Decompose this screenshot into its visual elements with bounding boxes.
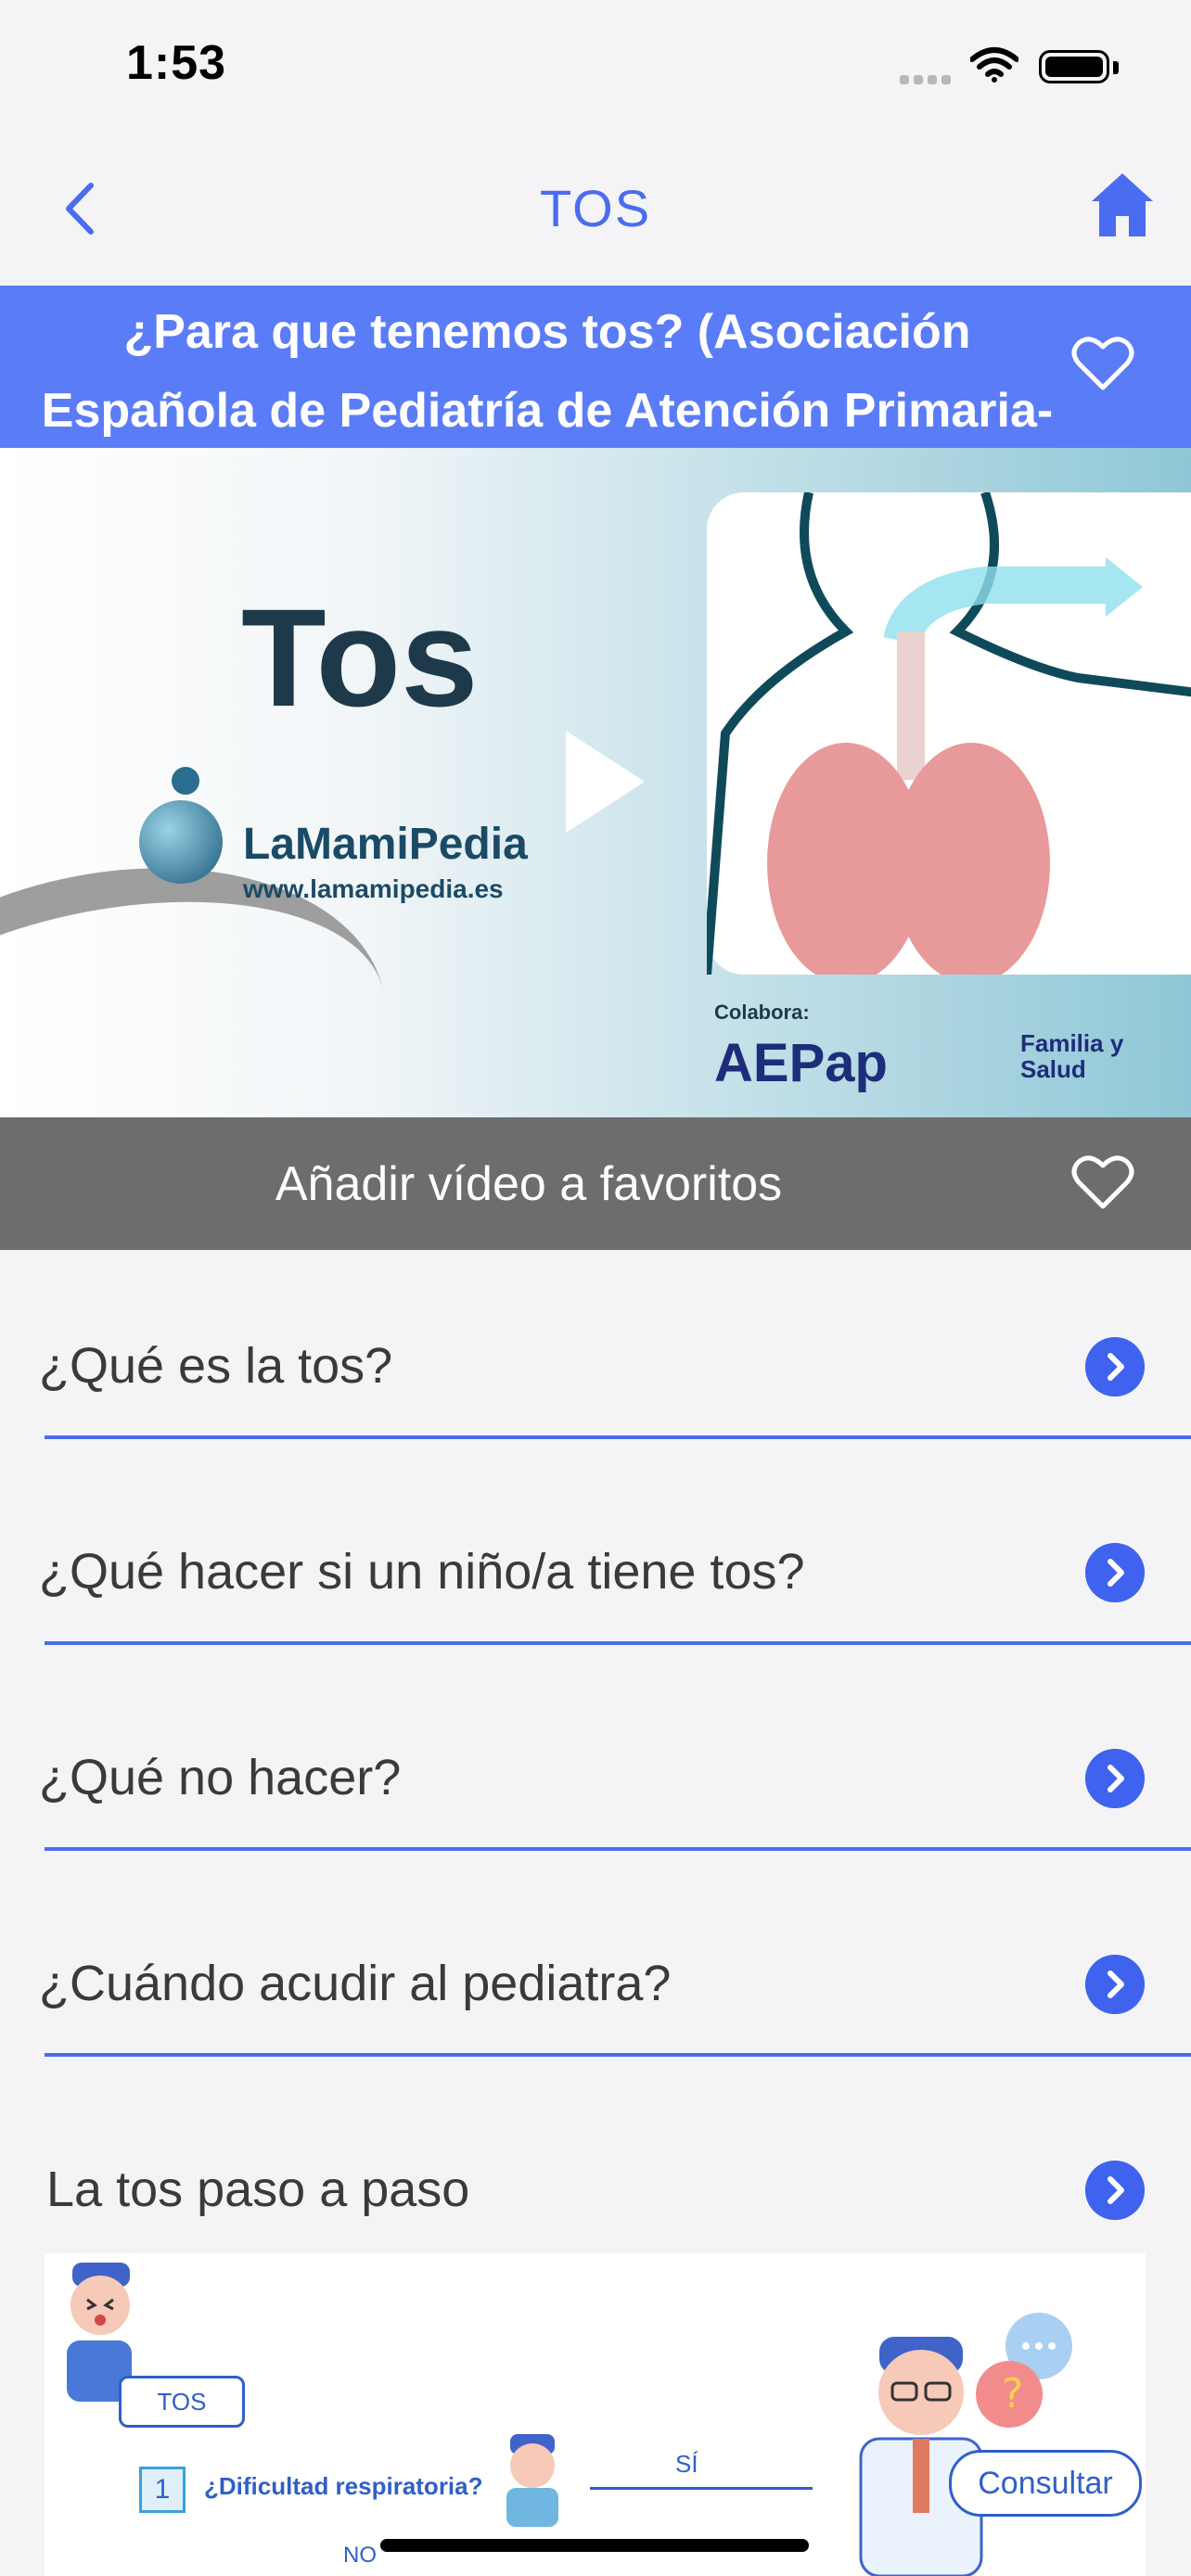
- yes-arrow: [590, 2487, 813, 2490]
- add-favorite-label[interactable]: Añadir vídeo a favoritos: [0, 1154, 1057, 1214]
- chevron-right-icon[interactable]: [1085, 2161, 1145, 2220]
- chevron-right-icon[interactable]: [1085, 1955, 1145, 2014]
- lungs-illustration: [702, 491, 1191, 984]
- list-item-label: ¿Qué no hacer?: [39, 1750, 402, 1805]
- heart-icon[interactable]: [1071, 1154, 1134, 1212]
- wifi-icon: [970, 47, 1018, 83]
- collaborator-label: Colabora:: [714, 1001, 810, 1024]
- brand-name: LaMamiPedia: [243, 820, 528, 869]
- page-title: TOS: [539, 179, 652, 237]
- home-icon[interactable]: [1090, 170, 1155, 240]
- consult-label: Consultar: [949, 2450, 1142, 2517]
- divider: [45, 1847, 1191, 1851]
- list-item-label: ¿Cuándo acudir al pediatra?: [39, 1956, 672, 2011]
- divider: [45, 1641, 1191, 1645]
- battery-icon: [1039, 50, 1109, 83]
- chevron-right-icon[interactable]: [1085, 1749, 1145, 1808]
- yes-label: SÍ: [675, 2450, 698, 2478]
- brand-logo-icon: [139, 800, 223, 884]
- tos-label: TOS: [119, 2376, 245, 2428]
- brand-logo-dot: [172, 767, 199, 795]
- aepap-logo: AEPap: [714, 1033, 888, 1093]
- list-item-label: ¿Qué es la tos?: [39, 1338, 393, 1394]
- chevron-right-icon[interactable]: [1085, 1337, 1145, 1396]
- step-number: 1: [139, 2467, 186, 2513]
- familia-salud-logo: Familia y Salud: [1020, 1029, 1124, 1083]
- battery-cap: [1113, 61, 1119, 74]
- chevron-right-icon[interactable]: [1085, 1543, 1145, 1602]
- question-bubbles-icon: ?: [976, 2313, 1072, 2428]
- step-question: ¿Dificultad respiratoria?: [204, 2472, 483, 2500]
- doctor-icon: [859, 2337, 983, 2576]
- list-item-label: ¿Qué hacer si un niño/a tiene tos?: [39, 1544, 805, 1600]
- list-item[interactable]: ¿Cuándo acudir al pediatra?: [0, 1897, 1191, 2103]
- divider: [45, 2053, 1191, 2057]
- list-item[interactable]: ¿Qué hacer si un niño/a tiene tos?: [0, 1486, 1191, 1691]
- cellular-signal-icon: [900, 72, 955, 89]
- divider: [45, 1435, 1191, 1439]
- list-item[interactable]: La tos paso a paso: [0, 2103, 1191, 2242]
- list-item[interactable]: ¿Qué es la tos?: [0, 1280, 1191, 1486]
- no-label: NO: [343, 2543, 377, 2568]
- list-item[interactable]: ¿Qué no hacer?: [0, 1691, 1191, 1897]
- video-thumbnail-title: Tos: [241, 580, 479, 735]
- heart-icon[interactable]: [1071, 336, 1134, 393]
- video-player[interactable]: Tos LaMamiPedia www.lamamipedia.es Colab…: [0, 448, 1191, 1117]
- child-breathing-icon: [506, 2434, 558, 2527]
- brand-url: www.lamamipedia.es: [243, 874, 504, 903]
- list-item-label: La tos paso a paso: [46, 2162, 470, 2217]
- play-icon[interactable]: [566, 731, 645, 833]
- svg-text:?: ?: [1002, 2370, 1023, 2417]
- infographic-image: TOS 1 ¿Dificultad respiratoria? SÍ NO ? …: [45, 2253, 1146, 2576]
- home-indicator[interactable]: [380, 2539, 809, 2552]
- status-time: 1:53: [126, 36, 227, 90]
